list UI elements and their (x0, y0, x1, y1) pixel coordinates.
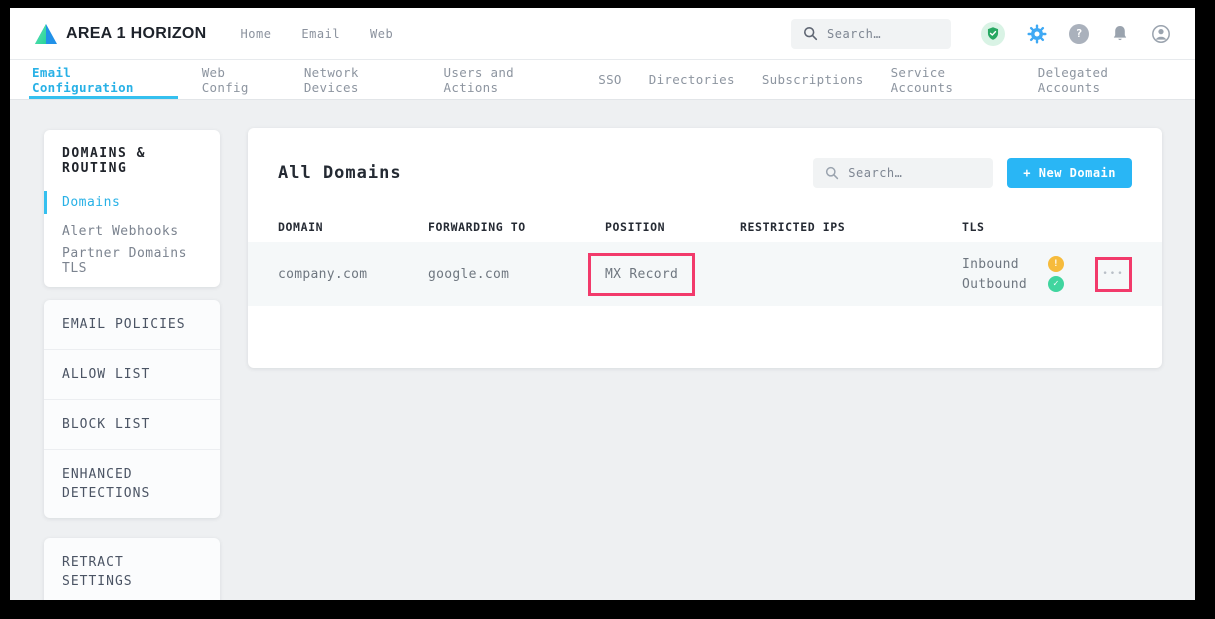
cell-actions: ••• (1092, 257, 1132, 292)
shield-check-icon[interactable] (981, 22, 1005, 46)
area1-logo[interactable]: AREA 1 HORIZON (34, 23, 207, 45)
position-value: MX Record (605, 267, 678, 282)
sidebar-policy-links: EMAIL POLICIES ALLOW LIST BLOCK LIST ENH… (44, 300, 220, 518)
tab-directories[interactable]: Directories (649, 60, 735, 99)
tls-inbound-warning-icon: ! (1048, 256, 1064, 272)
sidebar-section-title: DOMAINS & ROUTING (44, 146, 220, 176)
cell-tls: Inbound ! Outbound ✓ (962, 256, 1092, 292)
config-tabs: Email Configuration Web Config Network D… (10, 60, 1195, 100)
gear-icon[interactable] (1027, 24, 1047, 44)
sidebar-retract-settings: RETRACT SETTINGS (44, 538, 220, 600)
sidebar-item-allow-list[interactable]: ALLOW LIST (44, 349, 220, 399)
tab-service-accounts[interactable]: Service Accounts (891, 60, 1011, 99)
logo-text: AREA 1 HORIZON (66, 25, 207, 43)
tab-subscriptions[interactable]: Subscriptions (762, 60, 864, 99)
col-header-forwarding-to: FORWARDING TO (428, 220, 605, 234)
col-header-tls: TLS (962, 220, 1092, 234)
global-search[interactable] (791, 19, 951, 49)
cell-position: MX Record (605, 253, 740, 296)
app-window: AREA 1 HORIZON Home Email Web (10, 8, 1195, 600)
notifications-bell-icon[interactable] (1111, 24, 1129, 43)
search-icon (825, 166, 839, 180)
domains-search[interactable] (813, 158, 993, 188)
search-icon (803, 26, 818, 41)
domains-search-input[interactable] (848, 166, 958, 180)
sidebar-item-retract-settings[interactable]: RETRACT SETTINGS (44, 538, 220, 600)
tab-users-and-actions[interactable]: Users and Actions (444, 60, 572, 99)
sidebar-item-partner-domains-tls[interactable]: Partner Domains TLS (44, 246, 220, 275)
table-header-row: DOMAIN FORWARDING TO POSITION RESTRICTED… (248, 212, 1162, 242)
top-nav-web[interactable]: Web (370, 27, 393, 41)
tls-inbound-label: Inbound (962, 257, 1048, 272)
tab-delegated-accounts[interactable]: Delegated Accounts (1038, 60, 1173, 99)
tls-outbound: Outbound ✓ (962, 276, 1092, 292)
top-nav-home[interactable]: Home (241, 27, 272, 41)
tls-outbound-check-icon: ✓ (1048, 276, 1064, 292)
sidebar-item-domains[interactable]: Domains (44, 188, 220, 217)
cell-forwarding-to: google.com (428, 267, 605, 282)
new-domain-button[interactable]: + New Domain (1007, 158, 1132, 188)
top-nav: Home Email Web (241, 27, 394, 41)
annotation-box-row-actions: ••• (1095, 257, 1132, 292)
tab-email-configuration[interactable]: Email Configuration (32, 60, 175, 99)
sidebar-item-enhanced-detections[interactable]: ENHANCED DETECTIONS (44, 449, 220, 518)
logo-triangle-icon (34, 23, 58, 45)
col-header-position: POSITION (605, 220, 740, 234)
all-domains-panel: All Domains + New Domain DOMAIN FORWARDI… (248, 128, 1162, 368)
top-nav-email[interactable]: Email (301, 27, 340, 41)
tls-outbound-label: Outbound (962, 277, 1048, 292)
global-search-input[interactable] (827, 27, 937, 41)
shield-glyph (986, 26, 1000, 41)
row-actions-ellipsis-icon[interactable]: ••• (1102, 270, 1124, 279)
tab-web-config[interactable]: Web Config (202, 60, 277, 99)
panel-header-actions: + New Domain (813, 158, 1132, 188)
tls-inbound: Inbound ! (962, 256, 1092, 272)
page-title: All Domains (278, 163, 402, 183)
col-header-domain: DOMAIN (278, 220, 428, 234)
sidebar-item-block-list[interactable]: BLOCK LIST (44, 399, 220, 449)
tab-network-devices[interactable]: Network Devices (304, 60, 417, 99)
help-icon[interactable]: ? (1069, 24, 1089, 44)
sidebar-item-alert-webhooks[interactable]: Alert Webhooks (44, 217, 220, 246)
sidebar-domains-routing: DOMAINS & ROUTING Domains Alert Webhooks… (44, 130, 220, 287)
top-navbar: AREA 1 HORIZON Home Email Web (10, 8, 1195, 60)
table-row: company.com google.com MX Record Inbound… (248, 242, 1162, 306)
account-avatar-icon[interactable] (1151, 24, 1171, 44)
tab-sso[interactable]: SSO (598, 60, 621, 99)
content-area: DOMAINS & ROUTING Domains Alert Webhooks… (10, 100, 1195, 600)
col-header-restricted-ips: RESTRICTED IPS (740, 220, 962, 234)
panel-header: All Domains + New Domain (248, 158, 1162, 188)
cell-domain: company.com (278, 267, 428, 282)
annotation-box-position: MX Record (588, 253, 695, 296)
sidebar-item-email-policies[interactable]: EMAIL POLICIES (44, 300, 220, 349)
topbar-right: ? (791, 19, 1171, 49)
